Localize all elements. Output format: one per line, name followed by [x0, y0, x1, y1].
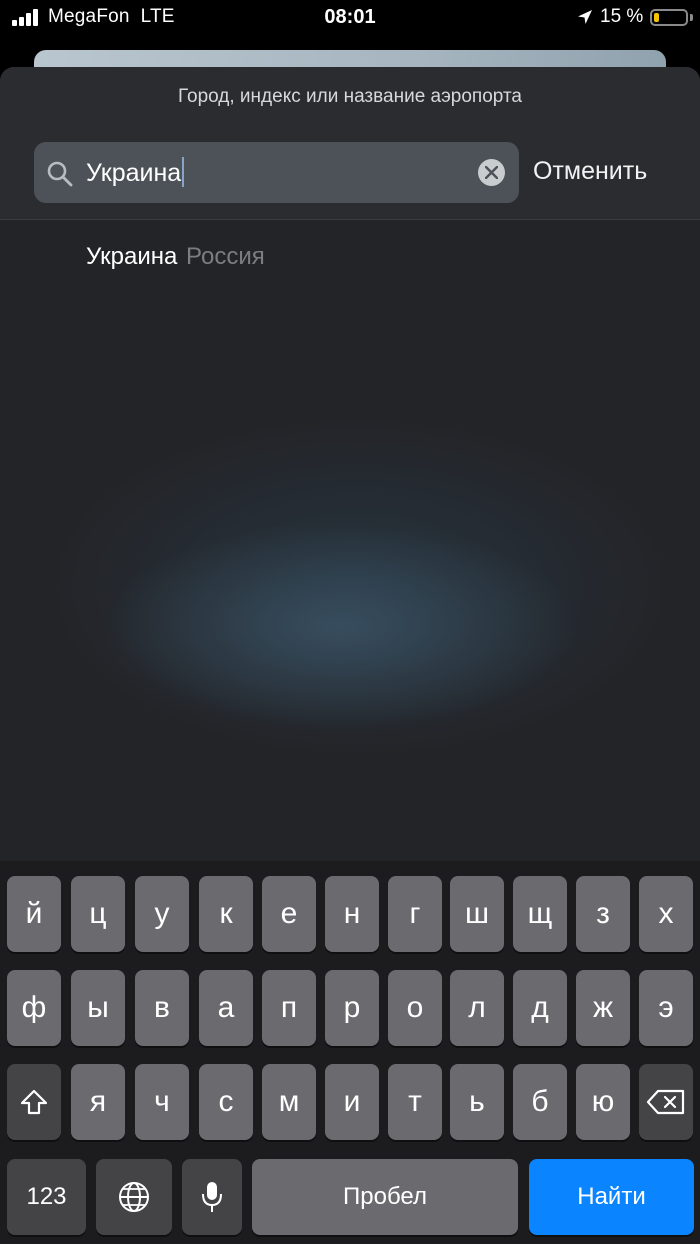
battery-level — [654, 13, 659, 22]
key[interactable]: г — [388, 876, 442, 952]
backspace-key[interactable] — [639, 1064, 693, 1140]
result-primary-text: Украина — [86, 243, 178, 270]
key[interactable]: к — [199, 876, 253, 952]
search-prompt: Город, индекс или название аэропорта — [177, 86, 522, 107]
key[interactable]: р — [325, 970, 379, 1046]
dictation-key[interactable] — [182, 1159, 242, 1235]
key[interactable]: о — [388, 970, 442, 1046]
shift-icon — [20, 1089, 48, 1115]
search-icon — [47, 161, 73, 187]
space-key[interactable]: Пробел — [252, 1159, 518, 1235]
text-caret — [182, 157, 185, 187]
clock: 08:01 — [324, 6, 376, 28]
battery-tip — [690, 14, 693, 21]
search-sheet: Город, индекс или название аэропорта Укр… — [0, 67, 700, 861]
battery-percent: 15 % — [600, 6, 644, 27]
key[interactable]: в — [135, 970, 189, 1046]
battery-icon — [650, 9, 688, 26]
key[interactable]: ч — [135, 1064, 189, 1140]
key[interactable]: з — [576, 876, 630, 952]
key[interactable]: ж — [576, 970, 630, 1046]
search-submit-key[interactable]: Найти — [529, 1159, 694, 1235]
numbers-key[interactable]: 123 — [7, 1159, 86, 1235]
clear-search-button[interactable] — [478, 159, 505, 186]
key[interactable]: т — [388, 1064, 442, 1140]
key[interactable]: э — [639, 970, 693, 1046]
key[interactable]: л — [450, 970, 504, 1046]
result-secondary-text: Россия — [186, 243, 265, 270]
key[interactable]: и — [325, 1064, 379, 1140]
globe-key[interactable] — [96, 1159, 172, 1235]
key[interactable]: ц — [71, 876, 125, 952]
search-input[interactable]: Украина — [34, 142, 519, 203]
search-header: Город, индекс или название аэропорта Укр… — [0, 67, 700, 220]
microphone-icon — [202, 1182, 222, 1212]
close-icon — [485, 166, 498, 179]
status-bar: MegaFon LTE 08:01 15 % — [0, 0, 700, 40]
backspace-icon — [646, 1089, 685, 1115]
shift-key[interactable] — [7, 1064, 61, 1140]
key[interactable]: я — [71, 1064, 125, 1140]
key[interactable]: а — [199, 970, 253, 1046]
key[interactable]: е — [262, 876, 316, 952]
key[interactable]: й — [7, 876, 61, 952]
location-arrow-icon — [578, 10, 592, 24]
key[interactable]: н — [325, 876, 379, 952]
key[interactable]: у — [135, 876, 189, 952]
key[interactable]: х — [639, 876, 693, 952]
key[interactable]: ф — [7, 970, 61, 1046]
search-result-item[interactable]: Украина Россия — [86, 243, 265, 271]
key[interactable]: б — [513, 1064, 567, 1140]
key[interactable]: ь — [450, 1064, 504, 1140]
key[interactable]: д — [513, 970, 567, 1046]
key[interactable]: щ — [513, 876, 567, 952]
key[interactable]: м — [262, 1064, 316, 1140]
search-input-value[interactable]: Украина — [86, 157, 185, 188]
key[interactable]: с — [199, 1064, 253, 1140]
key[interactable]: п — [262, 970, 316, 1046]
cancel-button[interactable]: Отменить — [533, 157, 647, 186]
key[interactable]: ю — [576, 1064, 630, 1140]
key[interactable]: ш — [450, 876, 504, 952]
globe-icon — [119, 1182, 149, 1212]
key[interactable]: ы — [71, 970, 125, 1046]
keyboard: й ц у к е н г ш щ з х ф ы в а п р о л д … — [0, 861, 700, 1244]
